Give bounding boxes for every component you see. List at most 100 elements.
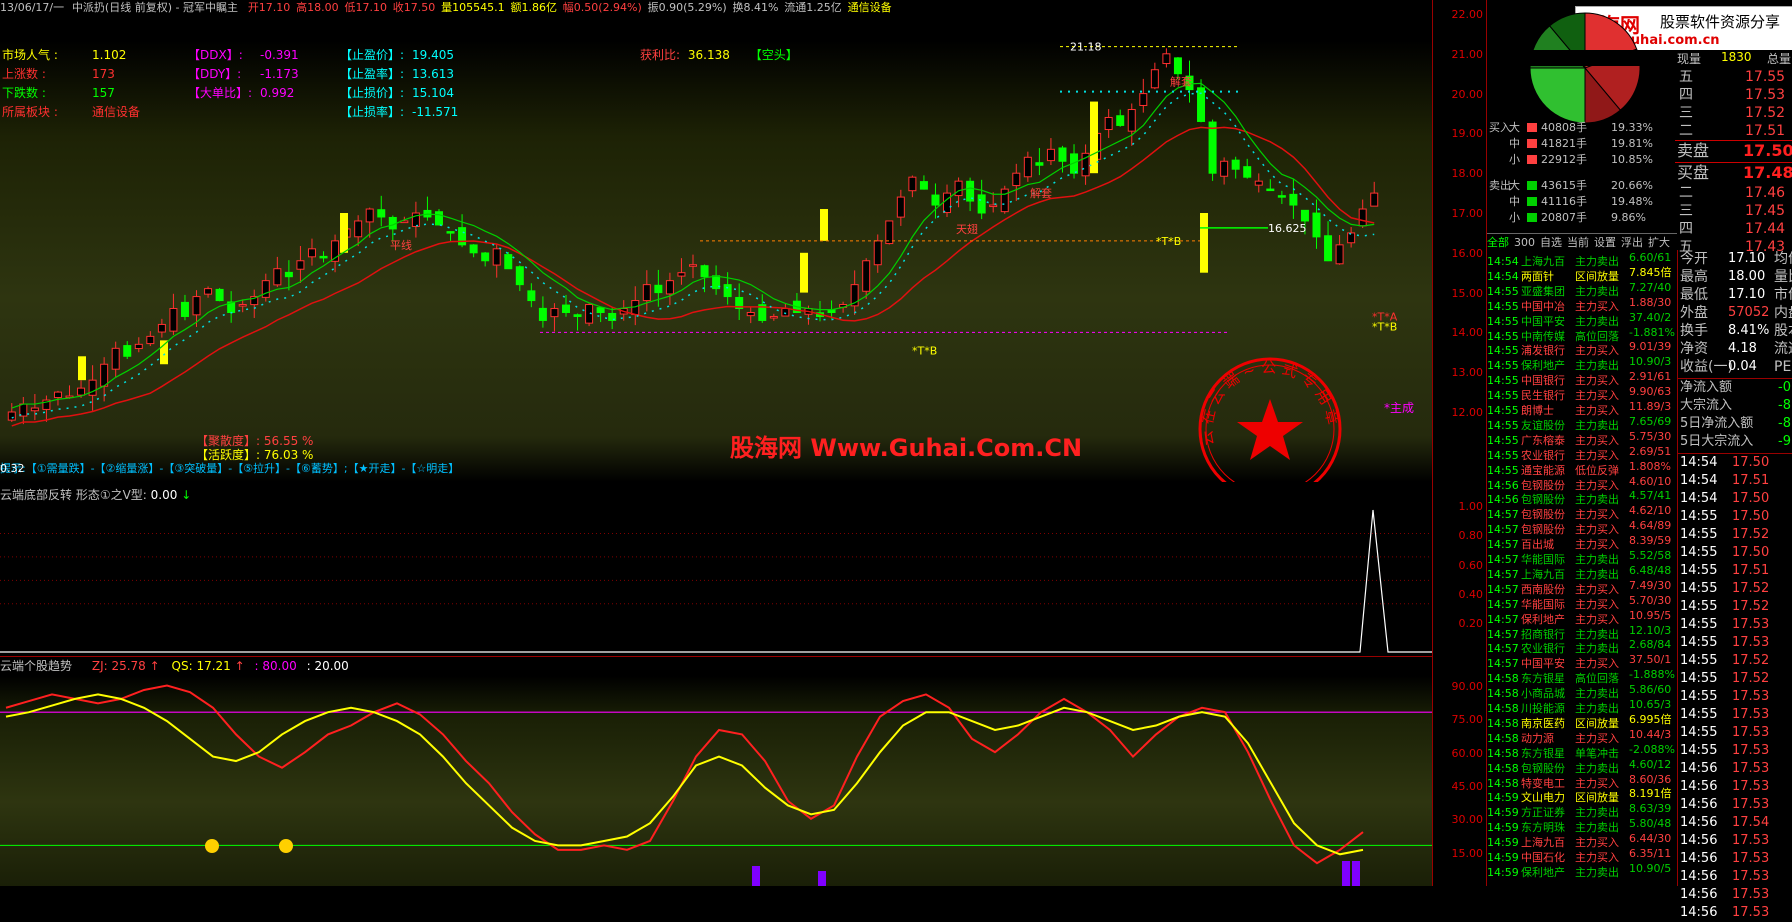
feed-row[interactable]: 14:56 包钢股份 主力买入 4.60/10 bbox=[1487, 474, 1677, 492]
tick-row: 14:56 17.53 bbox=[1678, 796, 1792, 814]
feed-value: 9.01/39 bbox=[1629, 340, 1672, 354]
ask-level-price: 17.51 bbox=[1745, 123, 1786, 139]
feed-row[interactable]: 14:57 中国平安 主力买入 37.50/1 bbox=[1487, 652, 1677, 670]
feed-row[interactable]: 14:55 浦发银行 主力买入 9.01/39 bbox=[1487, 339, 1677, 357]
feed-row[interactable]: 14:55 中国平安 主力卖出 37.40/2 bbox=[1487, 310, 1677, 328]
feed-row[interactable]: 14:57 包钢股份 主力买入 4.62/10 bbox=[1487, 503, 1677, 521]
feed-value: -1.888% bbox=[1629, 668, 1675, 682]
feed-row[interactable]: 14:55 友谊股份 主力卖出 7.65/69 bbox=[1487, 414, 1677, 432]
feed-tabs[interactable]: 全部 300 自选 当前 设置 浮出 扩大 bbox=[1487, 233, 1677, 250]
candle-body bbox=[896, 196, 905, 218]
indicator2-tick: 30.00 bbox=[1451, 813, 1484, 827]
market-feed-list[interactable]: 14:54 上海九百 主力卖出 6.60/61 14:54 两面针 区间放量 7.845倍 14… bbox=[1487, 250, 1677, 886]
tick-time: 14:56 bbox=[1680, 761, 1718, 776]
order-flow-size: 小 bbox=[1509, 153, 1520, 166]
feed-row[interactable]: 14:56 包钢股份 主力卖出 4.57/41 bbox=[1487, 488, 1677, 506]
tick-price: 17.54 bbox=[1732, 815, 1770, 830]
feed-row[interactable]: 14:58 特变电工 主力买入 8.60/36 bbox=[1487, 772, 1677, 790]
tick-time: 14:55 bbox=[1680, 509, 1718, 524]
candle-body bbox=[365, 208, 374, 223]
order-flow-size: 大 bbox=[1509, 179, 1520, 192]
ddx-stat-value: -1.173 bbox=[260, 67, 299, 81]
tick-row: 14:56 17.53 bbox=[1678, 850, 1792, 868]
feed-row[interactable]: 14:58 川投能源 主力卖出 10.65/3 bbox=[1487, 697, 1677, 715]
feed-row[interactable]: 14:59 文山电力 区间放量 8.191倍 bbox=[1487, 786, 1677, 804]
feed-row[interactable]: 14:55 民生银行 主力买入 9.90/63 bbox=[1487, 384, 1677, 402]
feed-row[interactable]: 14:55 农业银行 主力买入 2.69/51 bbox=[1487, 444, 1677, 462]
candle-body bbox=[1335, 244, 1344, 265]
quote-stat-label: 换手 bbox=[1680, 323, 1708, 339]
feed-row[interactable]: 14:54 上海九百 主力卖出 6.60/61 bbox=[1487, 250, 1677, 268]
candle-body bbox=[307, 248, 316, 258]
feed-row[interactable]: 14:59 保利地产 主力卖出 10.90/5 bbox=[1487, 861, 1677, 879]
feed-row[interactable]: 14:55 中国银行 主力买入 2.91/61 bbox=[1487, 369, 1677, 387]
tick-row: 14:56 17.54 bbox=[1678, 814, 1792, 832]
feed-row[interactable]: 14:55 亚盛集团 主力卖出 7.27/40 bbox=[1487, 280, 1677, 298]
candle-body bbox=[134, 343, 143, 350]
feed-row[interactable]: 14:55 朗博士 主力买入 11.89/3 bbox=[1487, 399, 1677, 417]
candle-body bbox=[111, 347, 120, 370]
feed-row[interactable]: 14:58 东方银星 单笔冲击 -2.088% bbox=[1487, 742, 1677, 760]
feed-row[interactable]: 14:57 农业银行 主力卖出 2.68/84 bbox=[1487, 637, 1677, 655]
feed-row[interactable]: 14:57 保利地产 主力买入 10.95/5 bbox=[1487, 608, 1677, 626]
feed-row[interactable]: 14:58 小商品城 主力卖出 5.86/60 bbox=[1487, 682, 1677, 700]
feed-row[interactable]: 14:59 中国石化 主力买入 6.35/11 bbox=[1487, 846, 1677, 864]
feed-tab[interactable]: 扩大 bbox=[1648, 236, 1670, 249]
candle-body bbox=[7, 411, 16, 421]
feed-row[interactable]: 14:59 方正证券 主力卖出 8.63/39 bbox=[1487, 801, 1677, 819]
candle-body bbox=[180, 301, 189, 317]
tick-time: 14:55 bbox=[1680, 599, 1718, 614]
candle-body bbox=[53, 391, 62, 399]
feed-row[interactable]: 14:59 东方明珠 主力卖出 5.80/48 bbox=[1487, 816, 1677, 834]
feed-row[interactable]: 14:57 招商银行 主力卖出 12.10/3 bbox=[1487, 623, 1677, 641]
feed-tab[interactable]: 全部 bbox=[1487, 236, 1509, 249]
candle-body bbox=[354, 220, 363, 238]
indicator-trend-panel[interactable] bbox=[0, 676, 1432, 886]
feed-row[interactable]: 14:55 广东榕泰 主力买入 5.75/30 bbox=[1487, 429, 1677, 447]
feed-time: 14:59 bbox=[1487, 865, 1519, 879]
stop-stat-row: 【止盈率】: 13.613 bbox=[340, 65, 458, 84]
highlight-bar bbox=[340, 213, 348, 253]
feed-row[interactable]: 14:58 东方银星 高位回落 -1.888% bbox=[1487, 667, 1677, 685]
feed-value: 8.63/39 bbox=[1629, 802, 1672, 816]
market-stat-value: 157 bbox=[92, 86, 115, 100]
feed-row[interactable]: 14:57 包钢股份 主力买入 4.64/89 bbox=[1487, 518, 1677, 536]
feed-row[interactable]: 14:55 中南传媒 高位回落 -1.881% bbox=[1487, 325, 1677, 343]
sector-value[interactable]: 通信设备 bbox=[848, 1, 892, 14]
feed-row[interactable]: 14:58 包钢股份 主力卖出 4.60/12 bbox=[1487, 757, 1677, 775]
candle-body bbox=[873, 240, 882, 266]
feed-row[interactable]: 14:58 动力源 主力买入 10.44/3 bbox=[1487, 727, 1677, 745]
indicator-reversal-panel[interactable]: 云端底部反转 形态①之V型: 0.00 ↓ bbox=[0, 482, 1432, 676]
candle-body bbox=[1012, 172, 1021, 187]
highlight-bar bbox=[820, 209, 828, 241]
feed-row[interactable]: 14:57 上海九百 主力卖出 6.48/48 bbox=[1487, 563, 1677, 581]
main-kline-chart[interactable]: 21.18 16.625 *T*B *T*B *T*A *T*B *主成 解套 解套 天翅 平线 市… bbox=[0, 22, 1432, 501]
indicator1-tick: 1.00 bbox=[1458, 500, 1484, 513]
candle-body bbox=[192, 296, 201, 316]
feed-tab[interactable]: 当前 bbox=[1567, 236, 1589, 249]
feed-row[interactable]: 14:57 华能国际 主力卖出 5.52/58 bbox=[1487, 548, 1677, 566]
feed-row[interactable]: 14:55 通宝能源 低位反弹 1.808% bbox=[1487, 459, 1677, 477]
stop-stat-label: 【止盈价】: bbox=[340, 48, 405, 62]
feed-tab[interactable]: 自选 bbox=[1540, 236, 1562, 249]
order-flow-row: 中 41821手 19.81% bbox=[1487, 136, 1675, 151]
feed-tab[interactable]: 设置 bbox=[1594, 236, 1616, 249]
feed-tab[interactable]: 300 bbox=[1514, 236, 1535, 249]
candle-body bbox=[723, 284, 732, 298]
feed-row[interactable]: 14:55 保利地产 主力卖出 10.90/3 bbox=[1487, 354, 1677, 372]
feed-row[interactable]: 14:54 两面针 区间放量 7.845倍 bbox=[1487, 265, 1677, 283]
feed-row[interactable]: 14:57 华能国际 主力买入 5.70/30 bbox=[1487, 593, 1677, 611]
feed-row[interactable]: 14:57 百出城 主力买入 8.39/59 bbox=[1487, 533, 1677, 551]
feed-value: -1.881% bbox=[1629, 325, 1675, 339]
feed-row[interactable]: 14:55 中国中冶 主力买入 1.88/30 bbox=[1487, 295, 1677, 313]
feed-row[interactable]: 14:57 西南股份 主力买入 7.49/30 bbox=[1487, 578, 1677, 596]
feed-row[interactable]: 14:59 上海九百 主力买入 6.44/30 bbox=[1487, 831, 1677, 849]
tick-time: 14:54 bbox=[1680, 491, 1718, 506]
quote-stat-row: 最高 18.00 量比 bbox=[1678, 268, 1792, 286]
candle-body bbox=[1127, 109, 1136, 132]
price-tick: 17.00 bbox=[1451, 207, 1484, 220]
tick-price: 17.50 bbox=[1732, 455, 1770, 470]
feed-row[interactable]: 14:58 南京医药 区间放量 6.995倍 bbox=[1487, 712, 1677, 730]
feed-tab[interactable]: 浮出 bbox=[1621, 236, 1643, 249]
tick-time: 14:54 bbox=[1680, 455, 1718, 470]
